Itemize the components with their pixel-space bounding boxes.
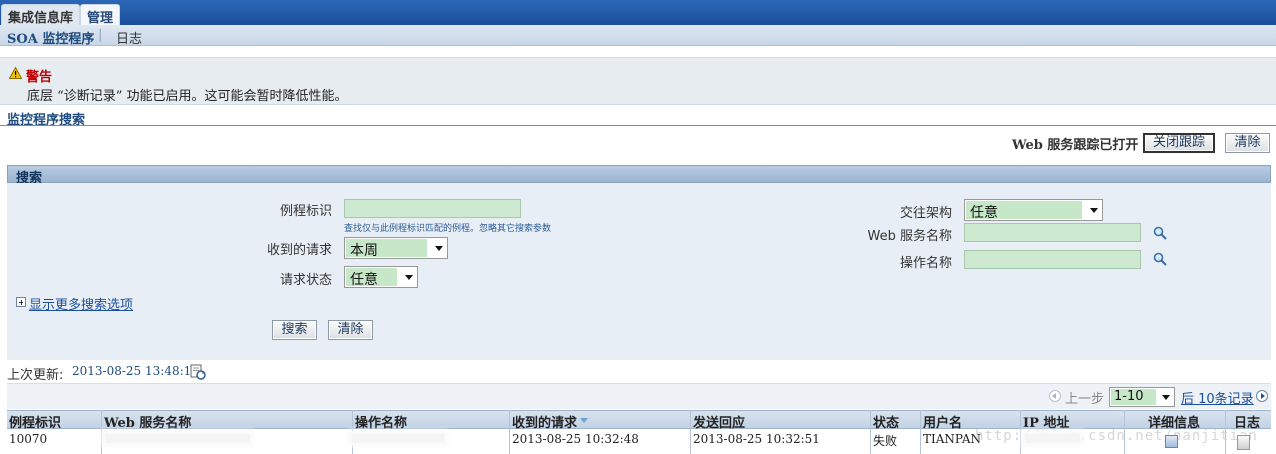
- search-panel-header: [7, 165, 1271, 183]
- title-divider: [0, 125, 1276, 126]
- watermark: http://blog.csdn.net/panjitian: [975, 428, 1258, 444]
- request-status-label: 请求状态: [279, 273, 332, 288]
- cell-status: 失败: [873, 434, 898, 448]
- cell-received: 2013-08-25 10:32:48: [512, 432, 639, 446]
- column-header-routine-id[interactable]: 例程标识: [9, 412, 61, 431]
- request-status-select[interactable]: 任意: [344, 266, 418, 288]
- received-request-label: 收到的请求: [266, 243, 332, 258]
- redacted-web-service: [105, 434, 250, 443]
- search-icon[interactable]: [1153, 226, 1167, 240]
- architecture-select[interactable]: 任意: [964, 199, 1103, 221]
- column-divider: [509, 410, 510, 454]
- next-page-link[interactable]: 后 10条记录: [1181, 388, 1254, 407]
- subnav-soa-monitor[interactable]: SOA 监控程序: [7, 28, 94, 47]
- cell-routine-id[interactable]: 10070: [9, 432, 47, 446]
- last-refresh-label: 上次更新:: [7, 368, 64, 383]
- column-header-web-service[interactable]: Web 服务名称: [104, 412, 191, 431]
- top-tab-bar: [0, 0, 1276, 25]
- tab-administration[interactable]: 管理: [80, 4, 121, 26]
- clear-trace-button[interactable]: 清除: [1225, 133, 1270, 153]
- column-header-received[interactable]: 收到的请求: [512, 412, 577, 431]
- log-icon[interactable]: [1237, 435, 1250, 450]
- architecture-value: 任意: [966, 201, 1082, 221]
- details-icon[interactable]: [1165, 435, 1178, 448]
- architecture-label: 交往架构: [899, 206, 952, 221]
- web-service-name-label: Web 服务名称: [867, 229, 952, 244]
- column-header-sent[interactable]: 发送回应: [693, 412, 745, 431]
- clear-button[interactable]: 清除: [328, 320, 373, 340]
- search-button[interactable]: 搜索: [272, 320, 317, 340]
- expand-icon[interactable]: [16, 297, 26, 307]
- column-header-user[interactable]: 用户名: [923, 412, 962, 431]
- chevron-down-icon: [1162, 395, 1170, 400]
- received-request-select[interactable]: 本周: [344, 237, 448, 259]
- routine-id-input[interactable]: [344, 199, 521, 218]
- table-header: [7, 410, 1271, 429]
- chevron-down-icon: [1090, 208, 1098, 213]
- sub-navigation: SOA 监控程序 | 日志: [0, 25, 1276, 47]
- cell-sent: 2013-08-25 10:32:51: [693, 432, 820, 446]
- redacted-ip: [1025, 434, 1080, 443]
- subnav-separator: |: [98, 28, 103, 43]
- redacted-operation: [352, 434, 444, 443]
- chevron-down-icon: [435, 246, 443, 251]
- column-header-status[interactable]: 状态: [873, 412, 899, 431]
- page-range-value: 1-10: [1111, 389, 1156, 405]
- subnav-logs[interactable]: 日志: [116, 28, 142, 47]
- column-divider: [352, 410, 353, 454]
- sort-descending-icon: [580, 418, 588, 423]
- trace-status-text: Web 服务跟踪已打开: [1012, 138, 1139, 153]
- routine-id-label: 例程标识: [279, 204, 332, 219]
- more-search-options-link[interactable]: 显示更多搜索选项: [29, 294, 133, 313]
- warning-title: 警告: [26, 70, 53, 85]
- column-divider: [870, 410, 871, 454]
- search-icon[interactable]: [1153, 252, 1167, 266]
- operation-name-input[interactable]: [964, 250, 1141, 269]
- cell-user: TIANPAN: [923, 432, 982, 446]
- web-service-name-input[interactable]: [964, 223, 1141, 242]
- column-divider: [101, 410, 102, 454]
- request-status-value: 任意: [346, 268, 397, 288]
- page-range-select[interactable]: 1-10: [1109, 387, 1175, 407]
- next-icon[interactable]: [1256, 390, 1268, 402]
- previous-page-label: 上一步: [1065, 392, 1105, 407]
- previous-icon: [1049, 390, 1061, 402]
- column-header-operation[interactable]: 操作名称: [355, 412, 407, 431]
- warning-icon: [9, 67, 22, 79]
- stop-trace-button[interactable]: 关闭跟踪: [1143, 133, 1215, 153]
- operation-name-label: 操作名称: [899, 256, 952, 271]
- chevron-down-icon: [405, 275, 413, 280]
- received-request-value: 本周: [346, 239, 427, 259]
- last-refresh-time: 2013-08-25 13:48:15: [72, 364, 199, 378]
- tab-integration-repository[interactable]: 集成信息库: [1, 4, 81, 26]
- column-divider: [920, 410, 921, 454]
- column-divider: [690, 410, 691, 454]
- routine-id-hint: 查找仅与此例程标识匹配的例程。忽略其它搜索参数: [344, 224, 552, 234]
- refresh-icon[interactable]: [190, 364, 206, 380]
- warning-message: 底层 “诊断记录” 功能已启用。这可能会暂时降低性能。: [27, 89, 348, 104]
